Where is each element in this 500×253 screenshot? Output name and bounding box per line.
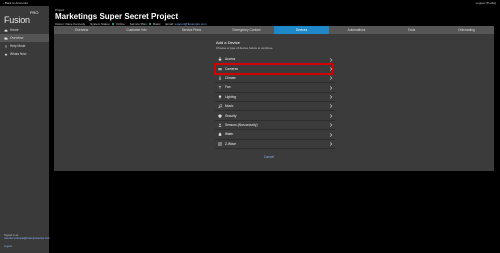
tab-service-plans[interactable]: Service Plans [164, 26, 219, 34]
logo-text: Fusion [4, 15, 30, 25]
device-item-fan[interactable]: Fan [215, 83, 335, 93]
device-item-label: Security [225, 113, 237, 118]
device-item-label: Access [225, 57, 236, 62]
device-item-music[interactable]: Music [215, 102, 335, 112]
chevron-right-icon [329, 95, 333, 99]
device-item-label: Music [225, 104, 234, 109]
cancel-button[interactable]: Cancel [264, 155, 274, 159]
tab-customer-info[interactable]: Customer Info [109, 26, 164, 34]
logout-link[interactable]: Logout (TLabs) [476, 1, 496, 5]
device-item-climate[interactable]: Climate [215, 74, 335, 84]
chevron-right-icon [329, 114, 333, 118]
folder-icon [4, 36, 8, 40]
home-icon [4, 28, 8, 32]
add-device-title: Add a Device [216, 40, 240, 45]
chevron-right-icon [329, 142, 333, 146]
tab-bar: Overview Customer Info Service Plans Eme… [54, 26, 494, 34]
back-to-accounts-link[interactable]: ‹ Back to Accounts [3, 1, 28, 5]
sidebar-logout-link[interactable]: Logout [4, 245, 12, 248]
add-device-panel: Add a Device Choose a type of device bel… [54, 34, 494, 171]
sidebar-item-label: Help Mode [10, 44, 26, 48]
shield-icon [218, 113, 222, 118]
tab-overview[interactable]: Overview [54, 26, 109, 34]
music-icon [218, 104, 222, 108]
chevron-right-icon [329, 85, 333, 90]
sidebar-item-overview[interactable]: Overview [0, 34, 49, 42]
add-device-subtitle: Choose a type of device below to continu… [216, 46, 274, 50]
device-item-water[interactable]: Water [215, 130, 335, 140]
device-item-security[interactable]: Security [215, 111, 335, 121]
device-item-lighting[interactable]: Lighting [215, 93, 335, 102]
water-drop-icon [218, 132, 222, 137]
zwave-icon [218, 142, 222, 146]
signed-in-email: member.example@fusionproserver.com [4, 237, 50, 241]
sensor-icon [218, 123, 222, 127]
sidebar: FusionPRO Home Overview Help Mode Whats … [0, 6, 50, 253]
device-item-zwave[interactable]: Z-Wave [215, 140, 335, 149]
sidebar-item-label: Overview [10, 36, 24, 40]
lightbulb-icon [218, 95, 222, 99]
tab-onboarding[interactable]: Onboarding [439, 26, 494, 34]
device-item-sensors[interactable]: Sensors (Non-security) [215, 121, 335, 131]
top-bar: ‹ Back to Accounts Logout (TLabs) [0, 0, 500, 6]
sidebar-item-help-mode[interactable]: Help Mode [0, 42, 49, 50]
chevron-right-icon [329, 104, 333, 109]
lock-icon [218, 57, 222, 61]
cameras-highlight-box [214, 63, 334, 75]
sidebar-item-whats-new[interactable]: Whats New [0, 50, 49, 58]
tab-tools[interactable]: Tools [384, 26, 439, 34]
chevron-right-icon [329, 76, 333, 81]
sidebar-item-label: Whats New [10, 52, 27, 56]
chevron-right-icon [329, 132, 333, 137]
thermometer-icon [219, 76, 221, 80]
chevron-right-icon [329, 123, 333, 128]
device-item-label: Climate [225, 75, 236, 80]
device-item-label: Lighting [225, 94, 237, 99]
tab-emergency-contact[interactable]: Emergency Contact [219, 26, 274, 34]
device-item-label: Water [225, 132, 234, 137]
signed-in-info: Signed in as member.example@fusionproser… [4, 234, 50, 240]
sidebar-item-home[interactable]: Home [0, 26, 49, 34]
device-item-label: Sensors (Non-security) [225, 122, 258, 127]
page-title: Marketings Super Secret Project [55, 12, 179, 21]
star-icon [4, 52, 8, 56]
tab-automations[interactable]: Automations [329, 26, 384, 34]
logo-suffix: PRO [29, 10, 39, 15]
fan-icon [218, 85, 222, 89]
info-icon [5, 44, 7, 48]
sidebar-nav: Home Overview Help Mode Whats New [0, 26, 49, 58]
plan-dot-icon [149, 23, 152, 25]
status-dot-icon [112, 23, 115, 25]
device-item-label: Fan [225, 85, 231, 90]
tab-devices[interactable]: Devices [274, 26, 329, 34]
sidebar-item-label: Home [10, 28, 19, 32]
chevron-right-icon [329, 57, 333, 62]
fusion-pro-logo: FusionPRO [4, 10, 46, 25]
device-item-label: Z-Wave [225, 141, 237, 146]
